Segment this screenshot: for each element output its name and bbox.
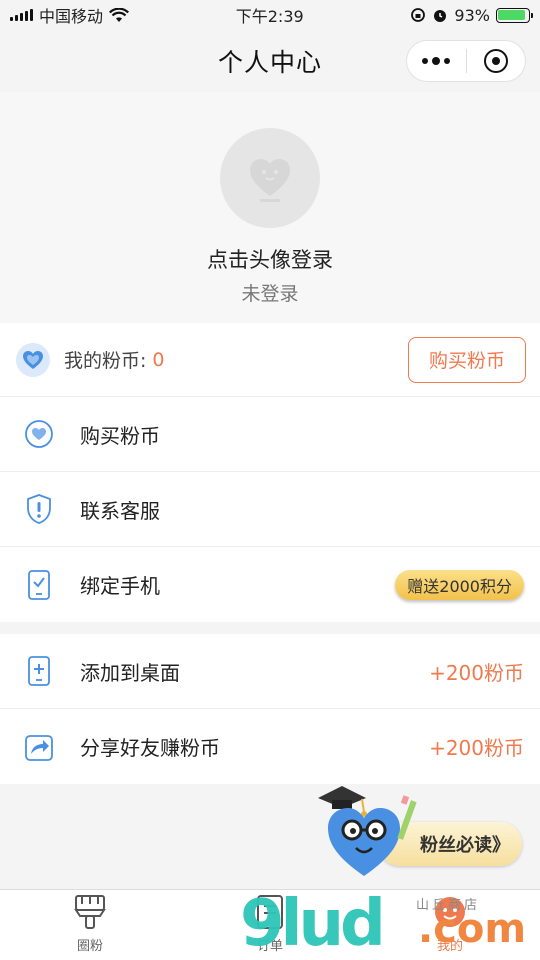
heart-shield-icon xyxy=(24,419,54,449)
more-button[interactable] xyxy=(407,41,466,81)
clock: 下午2:39 xyxy=(235,7,304,26)
tab-label: 订单 xyxy=(256,939,283,954)
menu-item-buy-coins[interactable]: 购买粉币 xyxy=(0,397,540,472)
menu-item-label: 联系客服 xyxy=(80,498,160,523)
reward-amount: +200粉币 xyxy=(429,736,524,760)
brush-icon xyxy=(74,895,106,929)
menu-item-customer-service[interactable]: 联系客服 xyxy=(0,472,540,547)
tab-fans[interactable]: 圈粉 xyxy=(0,890,180,960)
fans-guide-banner[interactable]: 粉丝必读》 xyxy=(316,778,528,878)
profile-icon xyxy=(435,897,465,927)
phone-add-icon xyxy=(24,656,54,686)
carrier-label: 中国移动 xyxy=(39,7,104,26)
menu-item-share-friends[interactable]: 分享好友赚粉币 +200粉币 xyxy=(0,709,540,784)
menu-group-rewards: 添加到桌面 +200粉币 分享好友赚粉币 +200粉币 xyxy=(0,634,540,784)
shield-alert-icon xyxy=(24,494,54,524)
page-title: 个人中心 xyxy=(217,48,322,77)
battery-percent: 93% xyxy=(454,5,490,25)
buy-coins-button[interactable]: 购买粉币 xyxy=(408,336,526,383)
share-arrow-icon xyxy=(24,732,54,762)
default-avatar-heart-icon xyxy=(250,159,290,202)
signal-icon xyxy=(10,9,33,21)
menu-item-label: 绑定手机 xyxy=(80,574,160,598)
coin-label: 我的粉币: xyxy=(64,350,147,372)
rotation-lock-icon xyxy=(411,8,426,22)
bonus-badge: 赠送2000积分 xyxy=(395,569,524,600)
menu-item-add-to-desktop[interactable]: 添加到桌面 +200粉币 xyxy=(0,634,540,709)
battery-icon xyxy=(495,7,533,23)
status-bar: 中国移动 下午2:39 93% xyxy=(0,0,540,30)
menu-item-bind-phone[interactable]: 绑定手机 赠送2000积分 xyxy=(0,547,540,622)
nav-bar: 个人中心 xyxy=(0,30,540,92)
mascot-graduate-heart-icon xyxy=(318,786,417,876)
more-dots-icon xyxy=(422,57,451,65)
bottom-tab-bar: 圈粉 订单 我的 xyxy=(0,889,540,960)
tab-orders[interactable]: 订单 xyxy=(180,890,360,960)
coin-balance-row: 我的粉币: 0 购买粉币 xyxy=(0,323,540,397)
menu-group-primary: 购买粉币 联系客服 绑定手机 赠送2000积分 xyxy=(0,397,540,622)
coin-value: 0 xyxy=(152,348,165,371)
menu-item-label: 购买粉币 xyxy=(80,423,160,448)
alarm-icon xyxy=(434,10,447,22)
login-hint[interactable]: 点击头像登录 xyxy=(207,244,333,274)
avatar[interactable] xyxy=(220,128,320,228)
tab-mine[interactable]: 我的 xyxy=(360,890,540,960)
reward-amount: +200粉币 xyxy=(429,660,524,685)
menu-item-label: 添加到桌面 xyxy=(80,660,180,685)
login-status: 未登录 xyxy=(241,283,299,305)
mini-program-capsule xyxy=(406,40,526,82)
target-icon xyxy=(483,49,508,73)
tab-label: 我的 xyxy=(436,939,463,954)
wifi-icon xyxy=(109,7,129,22)
menu-item-label: 分享好友赚粉币 xyxy=(80,736,220,760)
coin-heart-icon xyxy=(16,342,50,377)
order-icon xyxy=(257,895,283,929)
phone-check-icon xyxy=(24,569,54,600)
profile-header: 点击头像登录 未登录 xyxy=(0,92,540,323)
close-mini-program-button[interactable] xyxy=(467,41,526,81)
tab-label: 圈粉 xyxy=(76,939,103,954)
